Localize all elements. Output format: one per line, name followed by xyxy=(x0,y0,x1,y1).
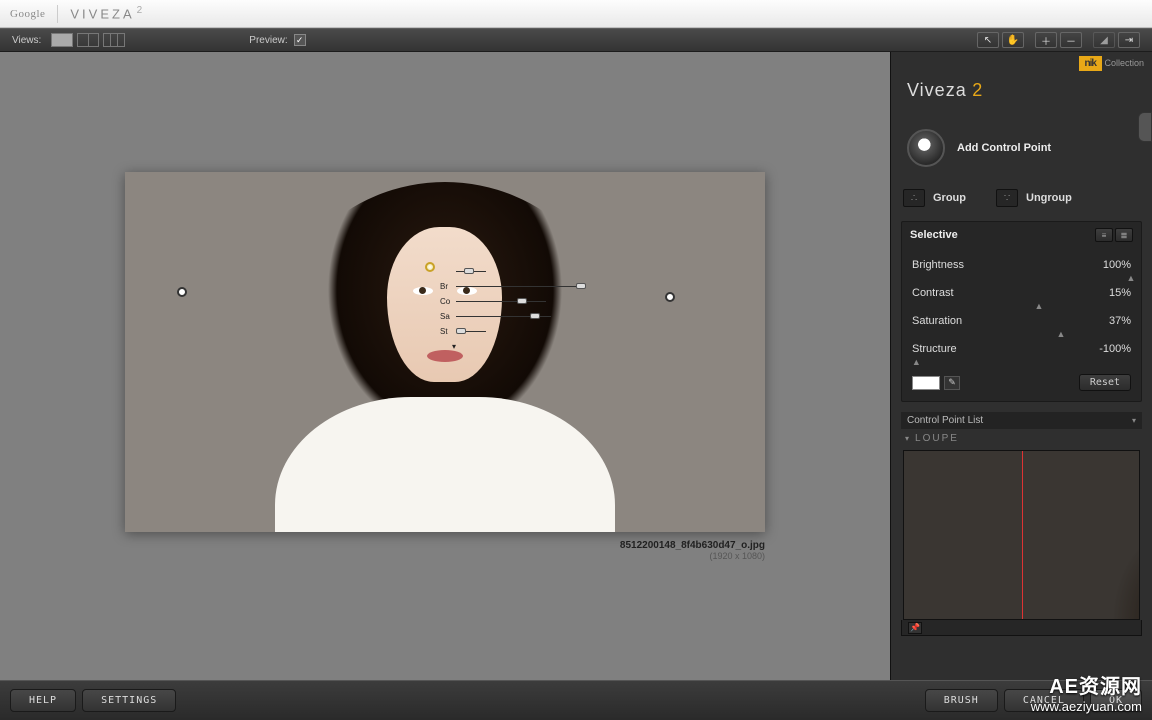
nik-logo-icon: nik xyxy=(1079,56,1102,71)
control-point-list-header[interactable]: Control Point List ▾ xyxy=(901,412,1142,429)
slider-saturation[interactable]: Saturation 37% xyxy=(912,310,1131,327)
cp-br-row[interactable]: Br xyxy=(440,279,576,294)
loupe-hair xyxy=(1044,461,1140,620)
slider-contrast[interactable]: Contrast 15% xyxy=(912,282,1131,299)
background-tool-icon[interactable]: ◢ xyxy=(1093,32,1115,48)
add-control-point-row: Add Control Point xyxy=(901,121,1142,183)
slider-brightness[interactable]: Brightness 100% xyxy=(912,254,1131,271)
slider-name: Brightness xyxy=(912,259,964,271)
eyedropper-icon[interactable]: ✎ xyxy=(944,376,960,390)
pan-tool-icon[interactable]: ✋ xyxy=(1002,32,1024,48)
add-control-point-icon[interactable] xyxy=(907,129,945,167)
title-bar: Google VIVEZA2 xyxy=(0,0,1152,28)
ungroup-icon[interactable]: ∵ xyxy=(996,189,1018,207)
preview-label: Preview: xyxy=(249,35,287,46)
expand-more-icon[interactable]: ≣ xyxy=(1115,228,1133,242)
views-label: Views: xyxy=(12,35,41,46)
view-single-button[interactable] xyxy=(51,33,73,47)
sidebar-scroll: Add Control Point ∴ Group ∵ Ungroup Sele… xyxy=(891,111,1152,680)
slider-name: Structure xyxy=(912,343,957,355)
cp-size-row[interactable] xyxy=(440,264,576,279)
zoom-in-icon[interactable]: ＋ xyxy=(1035,32,1057,48)
app-name: VIVEZA2 xyxy=(70,5,145,21)
slider-structure[interactable]: Structure -100% xyxy=(912,338,1131,355)
brush-button[interactable]: BRUSH xyxy=(925,689,998,712)
control-point-2[interactable] xyxy=(177,287,187,297)
view-split-button[interactable] xyxy=(77,33,99,47)
ok-button[interactable]: OK xyxy=(1090,689,1142,712)
photo-eye-left xyxy=(413,287,433,295)
sidebar-title-text: Viveza xyxy=(907,80,967,100)
slider-value: 100% xyxy=(1103,259,1131,271)
selective-panel: Selective ≡ ≣ Brightness 100% ▲ Contrast… xyxy=(901,221,1142,402)
cpl-label: Control Point List xyxy=(907,415,983,426)
panel-toggle-icon[interactable]: ⇥ xyxy=(1118,32,1140,48)
sliders-list: Brightness 100% ▲ Contrast 15% ▲ Saturat… xyxy=(902,248,1141,401)
view-side-button[interactable] xyxy=(103,33,125,47)
slider-name: Saturation xyxy=(912,315,962,327)
main-area: Br Co Sa St ▾ 8512200148_8f4b630d47_o.jp… xyxy=(0,52,1152,680)
google-logo: Google xyxy=(10,8,45,20)
loupe-preview[interactable] xyxy=(903,450,1140,620)
selective-panel-header: Selective ≡ ≣ xyxy=(902,222,1141,248)
nik-collection-badge: nik Collection xyxy=(1079,58,1145,69)
title-divider xyxy=(57,5,58,23)
chevron-down-icon: ▾ xyxy=(1132,416,1136,425)
cp-expand-arrow[interactable]: ▾ xyxy=(440,339,576,354)
loupe-footer: 📌 xyxy=(901,620,1142,636)
control-point-sliders: Br Co Sa St ▾ xyxy=(440,264,576,354)
slider-value: 15% xyxy=(1109,287,1131,299)
loupe-header[interactable]: ▾ LOUPE xyxy=(901,429,1142,448)
photo-preview[interactable]: Br Co Sa St ▾ xyxy=(125,172,765,532)
app-version: 2 xyxy=(137,5,146,16)
cp-sa-row[interactable]: Sa xyxy=(440,309,576,324)
ungroup-label[interactable]: Ungroup xyxy=(1026,192,1072,204)
slider-structure-track[interactable]: ▲ xyxy=(912,359,1131,362)
slider-brightness-track[interactable]: ▲ xyxy=(912,275,1131,278)
group-label[interactable]: Group xyxy=(933,192,966,204)
chevron-down-icon: ▾ xyxy=(905,434,911,443)
settings-button[interactable]: SETTINGS xyxy=(82,689,176,712)
slider-contrast-track[interactable]: ▲ xyxy=(912,303,1131,306)
canvas-area[interactable]: Br Co Sa St ▾ 8512200148_8f4b630d47_o.jp… xyxy=(0,52,890,680)
sidebar-title-version: 2 xyxy=(972,80,983,100)
slider-value: -100% xyxy=(1099,343,1131,355)
slider-name: Contrast xyxy=(912,287,954,299)
nik-label: Collection xyxy=(1104,58,1144,68)
image-metadata: 8512200148_8f4b630d47_o.jpg (1920 x 1080… xyxy=(125,540,765,561)
loupe-split-line[interactable] xyxy=(1022,451,1023,619)
app-name-text: VIVEZA xyxy=(70,7,134,22)
expand-less-icon[interactable]: ≡ xyxy=(1095,228,1113,242)
help-button[interactable]: HELP xyxy=(10,689,76,712)
bottom-bar: HELP SETTINGS BRUSH CANCEL OK xyxy=(0,680,1152,720)
loupe-pin-icon[interactable]: 📌 xyxy=(908,622,922,634)
cp-st-row[interactable]: St xyxy=(440,324,576,339)
image-dimensions: (1920 x 1080) xyxy=(125,551,765,561)
cp-co-row[interactable]: Co xyxy=(440,294,576,309)
group-icon[interactable]: ∴ xyxy=(903,189,925,207)
slider-saturation-track[interactable]: ▲ xyxy=(912,331,1131,334)
right-sidebar: nik Collection Viveza 2 Add Control Poin… xyxy=(890,52,1152,680)
top-toolbar: Views: Preview: ✓ ↖ ✋ ＋ － ◢ ⇥ xyxy=(0,28,1152,52)
preview-checkbox[interactable]: ✓ xyxy=(294,34,306,46)
loupe-label: LOUPE xyxy=(915,433,959,444)
control-point-3[interactable] xyxy=(665,292,675,302)
selective-title: Selective xyxy=(910,229,958,241)
slider-value: 37% xyxy=(1109,315,1131,327)
add-control-point-label[interactable]: Add Control Point xyxy=(957,142,1051,154)
color-swatch[interactable] xyxy=(912,376,940,390)
color-swatch-row: ✎ Reset xyxy=(912,366,1131,391)
group-row: ∴ Group ∵ Ungroup xyxy=(901,183,1142,221)
select-tool-icon[interactable]: ↖ xyxy=(977,32,999,48)
cancel-button[interactable]: CANCEL xyxy=(1004,689,1084,712)
control-point-active[interactable] xyxy=(425,262,435,272)
image-filename: 8512200148_8f4b630d47_o.jpg xyxy=(125,540,765,551)
zoom-out-icon[interactable]: － xyxy=(1060,32,1082,48)
reset-button[interactable]: Reset xyxy=(1079,374,1131,391)
sidebar-collapse-handle[interactable] xyxy=(1138,112,1152,142)
